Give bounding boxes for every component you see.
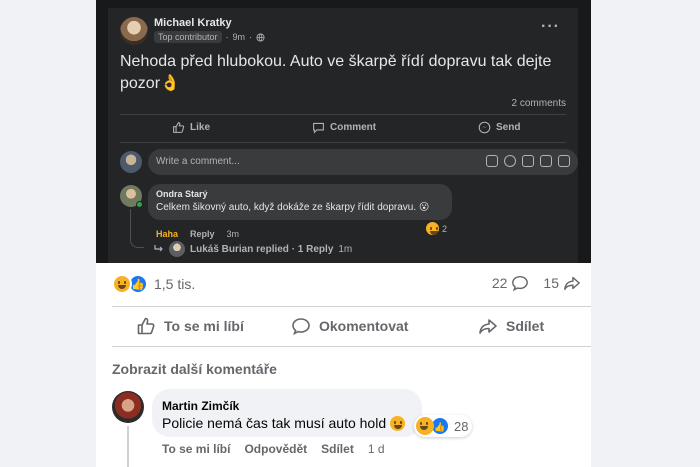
replies-summary: Lukáš Burian replied · 1 Reply 1m: [154, 241, 352, 257]
messenger-icon: [478, 121, 491, 134]
embedded-meta: Top contributor · 9m ·: [154, 31, 265, 43]
avatar[interactable]: [112, 391, 144, 423]
divider: [112, 306, 591, 307]
post-card: Michael Kratky Top contributor · 9m · ··…: [96, 0, 591, 467]
avatar-sticker-icon: [558, 155, 570, 167]
share-arrow-icon: [479, 319, 497, 334]
sticker-icon: [486, 155, 498, 167]
embedded-comment-bubble: Ondra Starý Celkem šikovný auto, když do…: [148, 184, 452, 220]
comment-author: Ondra Starý: [156, 189, 208, 199]
camera-icon: [522, 155, 534, 167]
comment-text: Celkem šikovný auto, když dokáže ze škar…: [156, 202, 430, 213]
thumbs-up-icon: [137, 317, 155, 335]
comment-placeholder: Write a comment...: [156, 156, 240, 167]
embedded-post: Michael Kratky Top contributor · 9m · ··…: [108, 8, 578, 263]
avatar: [120, 17, 148, 45]
shares-stat[interactable]: 15: [543, 274, 581, 292]
comment-text: Policie nemá čas tak musí auto hold: [162, 415, 387, 431]
avatar: [120, 151, 142, 173]
embedded-comment-reactions: 2: [426, 222, 447, 235]
reply-label: Reply: [190, 229, 215, 239]
haha-label: Haha: [156, 229, 179, 239]
more-options-icon: ···: [541, 18, 560, 35]
thread-line: [130, 209, 144, 248]
replies-time: 1m: [338, 243, 353, 255]
haha-emoji-icon: [416, 417, 434, 435]
divider: [120, 114, 566, 115]
haha-emoji-icon: [112, 274, 132, 294]
comment-icon: [313, 122, 324, 134]
comment-time[interactable]: 1 d: [368, 442, 385, 456]
comment-icon: [292, 318, 310, 336]
embedded-author: Michael Kratky: [154, 17, 232, 29]
comment-author[interactable]: Martin Zimčík: [162, 399, 239, 413]
comment-like-link[interactable]: To se mi líbí: [162, 442, 230, 456]
embedded-comment-count: 2 comments: [511, 98, 566, 109]
comment-button[interactable]: Okomentovat: [291, 316, 408, 336]
avatar: [169, 241, 185, 257]
divider: [112, 346, 591, 347]
embedded-comment-input: Write a comment...: [148, 149, 578, 175]
divider: [120, 142, 566, 143]
reply-arrow-icon: [154, 245, 163, 252]
embedded-send-action: Send: [478, 121, 520, 134]
comment-reply-link[interactable]: Odpovědět: [244, 442, 307, 456]
comment-reactions-count: 28: [454, 418, 469, 434]
thread-line: [127, 426, 129, 467]
comment-reactions[interactable]: 👍 28: [414, 415, 473, 437]
comment-text-row: Policie nemá čas tak musí auto hold: [162, 415, 406, 431]
share-arrow-icon: [564, 276, 580, 291]
thumbs-up-icon: [173, 122, 185, 133]
reaction-summary[interactable]: 👍 1,5 tis.: [112, 274, 195, 294]
globe-icon: [256, 32, 265, 42]
like-button[interactable]: To se mi líbí: [136, 316, 244, 336]
embedded-comment-actions: Haha Reply 3m: [156, 229, 239, 239]
embedded-time: 9m: [232, 32, 246, 42]
comments-stat[interactable]: 22: [492, 274, 530, 292]
embedded-like-action: Like: [172, 121, 210, 134]
view-more-comments-link[interactable]: Zobrazit další komentáře: [112, 361, 277, 377]
embedded-post-text: Nehoda před hlubokou. Auto ve škarpě říd…: [120, 53, 552, 92]
reactions-count: 1,5 tis.: [154, 276, 196, 292]
comment-share-link[interactable]: Sdílet: [321, 442, 354, 456]
gif-icon: [540, 155, 552, 167]
top-contributor-badge: Top contributor: [154, 31, 222, 43]
embedded-comment-action: Comment: [312, 121, 376, 134]
online-indicator: [136, 201, 143, 208]
emoji-icon: [504, 155, 516, 167]
post-stats: 22 15: [492, 274, 581, 292]
replies-text: Lukáš Burian replied · 1 Reply: [190, 243, 334, 255]
comment-bubble: Martin Zimčík Policie nemá čas tak musí …: [152, 389, 422, 437]
comment-time: 3m: [226, 229, 240, 239]
haha-emoji-icon: [390, 415, 406, 431]
post-image[interactable]: Michael Kratky Top contributor · 9m · ··…: [96, 0, 591, 263]
haha-emoji-icon: [426, 222, 439, 235]
share-button[interactable]: Sdílet: [478, 316, 544, 336]
comment-icon: [512, 275, 529, 292]
comment-actions: To se mi líbí Odpovědět Sdílet 1 d: [162, 442, 385, 456]
